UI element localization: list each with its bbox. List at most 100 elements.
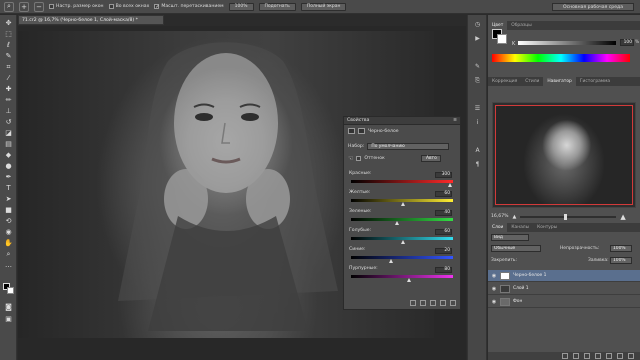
preset-select[interactable]: По умолчанию [367,143,450,150]
slider-value-field[interactable]: 300 [435,172,452,178]
new-group-icon[interactable] [606,353,612,359]
background-color-swatch[interactable] [7,287,14,294]
zoom-100-button[interactable]: 100% [228,2,254,11]
layer-kind-filter[interactable]: Вид [491,234,529,241]
navigator-view-box[interactable] [495,105,633,205]
eye-icon[interactable]: ◉ [491,286,497,292]
properties-header[interactable]: Свойства ≡ [344,117,460,125]
trash-icon[interactable] [450,300,456,306]
new-layer-icon[interactable] [617,353,623,359]
screen-mode-icon[interactable]: ▣ [3,315,14,324]
zoom-slider-knob[interactable] [564,213,568,220]
reset-icon[interactable] [430,300,436,306]
zoom-value[interactable]: 16,67% [491,214,509,219]
auto-button[interactable]: Авто [421,155,442,162]
slider-knob[interactable] [388,259,393,263]
opacity-value[interactable]: 100% [610,245,632,252]
blend-mode-select[interactable]: Обычные [491,245,541,252]
eye-icon[interactable]: ◉ [491,273,497,279]
workspace-select[interactable]: Основная рабочая среда [552,3,634,11]
layer-name[interactable]: Фон [513,299,522,304]
blur-tool-icon[interactable]: ◆ [3,151,14,160]
visibility-icon[interactable] [440,300,446,306]
clone-source-icon[interactable]: ⎘ [473,77,482,85]
slider-value-field[interactable]: 60 [435,191,452,197]
slider-knob[interactable] [400,240,405,244]
marquee-tool-icon[interactable]: ⬚ [3,30,14,39]
tab-histogram[interactable]: Гистограмма [576,77,614,86]
k-channel-slider[interactable] [518,41,616,45]
slider-value-field[interactable]: 60 [435,229,452,235]
more-tools-icon[interactable]: … [3,261,14,270]
move-tool-icon[interactable]: ✥ [3,19,14,28]
zoom-in-icon[interactable]: ▲ [620,213,625,221]
eye-icon[interactable]: ◉ [491,299,497,305]
slider-value-field[interactable]: 40 [435,210,452,216]
lasso-tool-icon[interactable]: ℓ [3,41,14,50]
panel-menu-icon[interactable]: ≡ [453,117,457,124]
color-spectrum[interactable] [492,54,630,62]
scrubby-zoom-checkbox[interactable]: ✓ Масшт. перетаскиванием [154,4,224,10]
zoom-out-icon[interactable]: ▲ [513,214,517,220]
hand-adjust-icon[interactable]: ☜ [348,155,353,162]
gradient-tool-icon[interactable]: ▤ [3,140,14,149]
slider-value-field[interactable]: 80 [435,267,452,273]
healing-tool-icon[interactable]: ✚ [3,85,14,94]
zoom-tool-icon[interactable]: ⌕ [3,250,14,259]
add-mask-icon[interactable] [584,353,590,359]
slider-track[interactable] [351,180,453,183]
quick-mask-icon[interactable]: ◙ [3,303,14,312]
actions-icon[interactable]: ▶ [473,35,482,43]
history-icon[interactable]: ◷ [473,21,482,29]
mask-icon[interactable] [358,128,365,134]
layer-row[interactable]: ◉ Фон [488,296,640,308]
tab-styles[interactable]: Стили [521,77,543,86]
k-channel-value[interactable]: 100 [620,39,634,46]
pen-tool-icon[interactable]: ✒ [3,173,14,182]
shape-tool-icon[interactable]: ■ [3,206,14,215]
resize-windows-checkbox[interactable]: Настр. размер окон [49,4,104,9]
stamp-tool-icon[interactable]: ⊥ [3,107,14,116]
path-select-tool-icon[interactable]: ➤ [3,195,14,204]
paragraph-icon[interactable]: ¶ [473,161,482,169]
new-adjustment-icon[interactable] [595,353,601,359]
tab-swatches[interactable]: Образцы [507,21,535,30]
fit-screen-button[interactable]: Подогнать [258,2,296,11]
dodge-tool-icon[interactable]: ● [3,162,14,171]
quick-select-tool-icon[interactable]: ✎ [3,52,14,61]
tab-navigator[interactable]: Навигатор [543,77,576,86]
view-previous-icon[interactable] [420,300,426,306]
tab-paths[interactable]: Контуры [533,223,561,232]
fill-screen-button[interactable]: Полный экран [300,2,347,11]
slider-knob[interactable] [447,183,452,187]
properties-icon[interactable]: ☰ [473,105,482,113]
slider-knob[interactable] [406,278,411,282]
slider-track[interactable] [351,218,453,221]
3d-camera-tool-icon[interactable]: ◉ [3,228,14,237]
clip-to-layer-icon[interactable] [410,300,416,306]
link-layers-icon[interactable] [562,353,568,359]
history-brush-tool-icon[interactable]: ↺ [3,118,14,127]
zoom-tool-icon[interactable]: ⌕ [4,1,14,12]
tint-checkbox[interactable] [356,156,362,161]
all-windows-checkbox[interactable]: Во всех окнах [108,4,149,9]
tab-corrections[interactable]: Коррекция [488,77,521,86]
info-icon[interactable]: i [473,119,482,127]
fill-value[interactable]: 100% [610,257,632,264]
layer-row[interactable]: ◉ Слой 1 [488,283,640,295]
document-tab[interactable]: 71.cr2 @ 16,7% (Черно-белое 1, Слой-маск… [18,15,164,25]
slider-track[interactable] [351,256,453,259]
zoom-out-icon[interactable]: − [34,1,44,12]
brush-presets-icon[interactable]: ✎ [473,63,482,71]
slider-knob[interactable] [400,202,405,206]
tab-layers[interactable]: Слои [488,223,508,232]
eyedropper-tool-icon[interactable]: ⁄ [3,74,14,83]
slider-knob[interactable] [394,221,399,225]
layer-name[interactable]: Слой 1 [513,286,529,291]
3d-rotate-tool-icon[interactable]: ⟲ [3,217,14,226]
layer-row[interactable]: ◉ Черно-белое 1 [488,270,640,282]
type-tool-icon[interactable]: T [3,184,14,193]
character-icon[interactable]: A [473,147,482,155]
tab-channels[interactable]: Каналы [507,223,533,232]
zoom-slider[interactable] [520,213,617,220]
